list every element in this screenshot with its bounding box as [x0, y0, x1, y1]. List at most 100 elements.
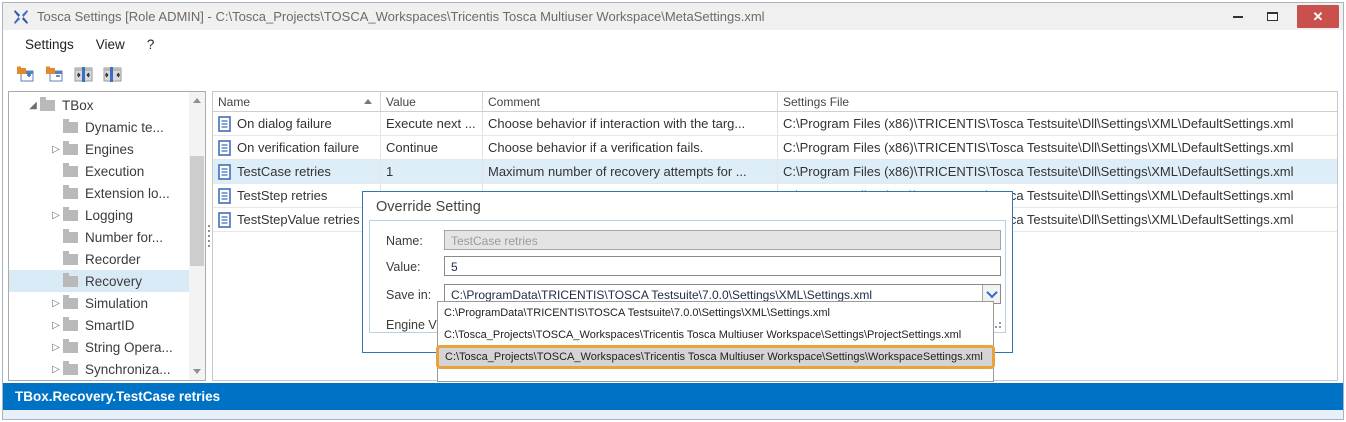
- column-header-name[interactable]: Name: [213, 92, 381, 111]
- table-row[interactable]: On dialog failure Execute next ... Choos…: [213, 112, 1337, 136]
- tree-expander-icon[interactable]: ◢: [26, 100, 40, 111]
- menu-view[interactable]: View: [86, 33, 135, 56]
- sort-ascending-icon: [364, 99, 372, 104]
- column-header-comment[interactable]: Comment: [483, 92, 778, 111]
- window-title: Tosca Settings [Role ADMIN] - C:\Tosca_P…: [37, 9, 765, 24]
- scroll-down-icon[interactable]: [193, 369, 201, 374]
- cell-comment: Choose behavior if interaction with the …: [483, 112, 778, 135]
- panel-splitter[interactable]: [206, 225, 211, 253]
- menu-settings[interactable]: Settings: [15, 33, 84, 56]
- setting-name: TestCase retries: [237, 164, 331, 179]
- folder-icon: [63, 188, 78, 199]
- tree-item[interactable]: ▷ Logging: [9, 204, 189, 226]
- tree-item[interactable]: ▷ SmartID: [9, 314, 189, 336]
- save-in-value: C:\ProgramData\TRICENTIS\TOSCA Testsuite…: [451, 288, 872, 302]
- cell-comment: Maximum number of recovery attempts for …: [483, 160, 778, 183]
- scroll-up-icon[interactable]: [193, 98, 201, 103]
- tree-expander-icon[interactable]: ▷: [49, 342, 63, 353]
- fit-all-column-widths-icon[interactable]: [102, 64, 122, 84]
- document-icon: [218, 164, 231, 180]
- column-header-settings-file[interactable]: Settings File: [778, 92, 1337, 111]
- cell-name: On dialog failure: [213, 112, 381, 135]
- cell-value: Continue: [381, 136, 483, 159]
- folder-icon: [63, 232, 78, 243]
- document-icon: [218, 140, 231, 156]
- close-button[interactable]: ✕: [1297, 5, 1339, 28]
- document-icon: [218, 212, 231, 228]
- expand-all-folders-icon[interactable]: [15, 64, 35, 84]
- folder-icon: [63, 276, 78, 287]
- setting-name: TestStep retries: [237, 188, 327, 203]
- tree-item[interactable]: ▷ Simulation: [9, 292, 189, 314]
- tree-item[interactable]: Number for...: [9, 226, 189, 248]
- folder-icon: [63, 144, 78, 155]
- tree-item-label: Extension lo...: [85, 186, 170, 201]
- tree-item-label: Simulation: [85, 296, 148, 311]
- table-row[interactable]: TestCase retries 1 Maximum number of rec…: [213, 160, 1337, 184]
- maximize-icon: [1267, 12, 1278, 21]
- tree-item-label: SmartID: [85, 318, 135, 333]
- table-row[interactable]: On verification failure Continue Choose …: [213, 136, 1337, 160]
- splitter-dots-icon: [208, 225, 210, 227]
- tree-item[interactable]: Extension lo...: [9, 182, 189, 204]
- collapse-all-folders-icon[interactable]: [44, 64, 64, 84]
- cell-name: On verification failure: [213, 136, 381, 159]
- tree-expander-icon[interactable]: ▷: [49, 364, 63, 375]
- minimize-button[interactable]: [1221, 5, 1255, 28]
- folder-icon: [63, 122, 78, 133]
- menu-help[interactable]: ?: [137, 33, 165, 56]
- tree-scrollbar[interactable]: [189, 92, 205, 380]
- scrollbar-thumb[interactable]: [190, 156, 204, 266]
- folder-icon: [40, 100, 55, 111]
- tree-item[interactable]: ▷ Synchroniza...: [9, 358, 189, 380]
- tree-item-label: Recorder: [85, 252, 141, 267]
- tree-item-label: Engines: [85, 142, 134, 157]
- menu-bar: Settings View ?: [3, 30, 1343, 59]
- tree-item-label: TBox: [62, 98, 94, 113]
- tree-item[interactable]: Recorder: [9, 248, 189, 270]
- save-in-label: Save in:: [386, 288, 431, 302]
- dropdown-option[interactable]: C:\ProgramData\TRICENTIS\TOSCA Testsuite…: [438, 302, 993, 324]
- tree-expander-icon[interactable]: ▷: [49, 210, 63, 221]
- cell-settings-file: C:\Program Files (x86)\TRICENTIS\Tosca T…: [778, 112, 1337, 135]
- folder-icon: [63, 166, 78, 177]
- chevron-down-icon: [986, 287, 997, 298]
- tree-item[interactable]: Recovery: [9, 270, 189, 292]
- save-in-dropdown-list: C:\ProgramData\TRICENTIS\TOSCA Testsuite…: [437, 301, 994, 382]
- name-field: TestCase retries: [444, 230, 1001, 250]
- name-label: Name:: [386, 234, 423, 248]
- toolbar: [3, 59, 1343, 89]
- tree-item[interactable]: ▷ String Opera...: [9, 336, 189, 358]
- maximize-button[interactable]: [1255, 5, 1289, 28]
- status-text: TBox.Recovery.TestCase retries: [15, 389, 220, 404]
- fit-column-width-icon[interactable]: [73, 64, 93, 84]
- cell-name: TestStep retries: [213, 184, 381, 207]
- cell-name: TestStepValue retries: [213, 208, 381, 231]
- tree-expander-icon[interactable]: ▷: [49, 144, 63, 155]
- dropdown-option[interactable]: C:\Tosca_Projects\TOSCA_Workspaces\Trice…: [438, 324, 993, 346]
- tree-item[interactable]: Execution: [9, 160, 189, 182]
- tree-item[interactable]: Dynamic te...: [9, 116, 189, 138]
- tree-item-label: String Opera...: [85, 340, 173, 355]
- document-icon: [218, 116, 231, 132]
- setting-name: On verification failure: [237, 140, 359, 155]
- window-bottom-strip: [3, 410, 1343, 419]
- dialog-title: Override Setting: [376, 199, 481, 215]
- tree-expander-icon[interactable]: ▷: [49, 320, 63, 331]
- tree-item-label: Number for...: [85, 230, 163, 245]
- cell-value: 1: [381, 160, 483, 183]
- table-header: Name Value Comment Settings File: [213, 92, 1337, 112]
- cell-comment: Choose behavior if a verification fails.: [483, 136, 778, 159]
- tree-item-label: Logging: [85, 208, 133, 223]
- tree-item[interactable]: ◢ TBox: [9, 94, 189, 116]
- value-field[interactable]: 5: [444, 256, 1001, 276]
- cell-settings-file: C:\Program Files (x86)\TRICENTIS\Tosca T…: [778, 160, 1337, 183]
- dropdown-option[interactable]: C:\Tosca_Projects\TOSCA_Workspaces\Trice…: [436, 345, 995, 369]
- column-header-value[interactable]: Value: [381, 92, 483, 111]
- title-bar: Tosca Settings [Role ADMIN] - C:\Tosca_P…: [3, 3, 1343, 30]
- folder-icon: [63, 342, 78, 353]
- resize-grip-icon[interactable]: [993, 320, 1001, 328]
- tree-item[interactable]: ▷ Engines: [9, 138, 189, 160]
- tree-expander-icon[interactable]: ▷: [49, 298, 63, 309]
- tree-item-label: Dynamic te...: [85, 120, 164, 135]
